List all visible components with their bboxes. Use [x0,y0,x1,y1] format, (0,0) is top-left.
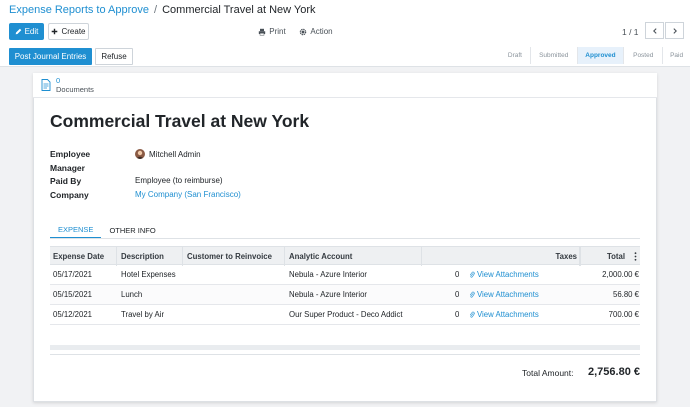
total-amount-value: 2,756.80 € [588,366,640,378]
totals-divider [50,354,640,355]
expense-lines-table: Expense Date Description Customer to Rei… [50,246,640,325]
view-attachments-label: View Attachments [477,310,539,319]
documents-smart-button[interactable]: 0 Documents [41,76,94,94]
total-amount-label: Total Amount: [522,368,574,378]
cell-description: Hotel Expenses [121,270,176,279]
column-header-total[interactable]: Total [580,247,628,266]
status-stage-approved[interactable]: Approved [577,47,624,64]
manager-label: Manager [50,163,85,173]
cell-expense-date: 05/17/2021 [53,270,93,279]
employee-avatar [135,149,145,159]
paperclip-icon [469,291,475,298]
table-header: Expense Date Description Customer to Rei… [50,246,640,266]
action-button[interactable]: Action [297,23,335,40]
documents-label: Documents [56,85,94,94]
company-label: Company [50,190,89,200]
cell-total: 56.80 € [612,290,639,299]
create-button[interactable]: Create [48,23,89,40]
print-button-label: Print [269,27,286,36]
print-button[interactable]: Print [256,23,288,40]
paperclip-icon [469,311,475,318]
breadcrumb-separator: / [154,4,158,16]
create-button-label: Create [61,27,86,36]
cell-taxes [549,305,577,324]
cell-expense-date: 05/12/2021 [53,310,93,319]
edit-button-label: Edit [24,27,39,36]
view-attachments-label: View Attachments [477,290,539,299]
pencil-icon [15,28,22,35]
paid-by-label: Paid By [50,176,82,186]
employee-value[interactable]: Mitchell Admin [149,150,201,159]
cell-total: 2,000.00 € [602,270,639,279]
gear-icon [299,28,307,36]
post-journal-entries-button[interactable]: Post Journal Entries [9,48,92,65]
cell-attachment-count: 0 [455,290,460,299]
cell-analytic-account: Our Super Product - Deco Addict [289,310,403,319]
edit-button[interactable]: Edit [9,23,44,40]
cell-taxes [549,285,577,304]
control-panel: Expense Reports to Approve / Commercial … [0,0,690,67]
record-title: Commercial Travel at New York [50,111,310,131]
status-stage-posted[interactable]: Posted [624,47,663,64]
status-stage-paid[interactable]: Paid [663,47,690,64]
column-header-taxes[interactable]: Taxes [549,247,580,266]
pager-previous-button[interactable] [645,22,664,39]
status-bar: Draft Submitted Approved Posted Paid [500,47,690,64]
column-header-description[interactable]: Description [117,247,183,266]
cell-attachment-count: 0 [455,270,460,279]
cell-expense-date: 05/15/2021 [53,290,93,299]
vertical-ellipsis-icon [634,252,637,261]
notebook-tabs: EXPENSE OTHER INFO [50,222,164,239]
breadcrumb-current: Commercial Travel at New York [162,4,316,16]
post-journal-entries-label: Post Journal Entries [14,52,87,61]
cell-attachment-count: 0 [455,310,460,319]
document-icon [41,79,51,91]
chevron-right-icon [672,27,678,34]
tabs-divider [50,238,640,239]
cell-total: 700.00 € [608,310,639,319]
table-row[interactable]: 05/12/2021 Travel by Air Our Super Produ… [50,305,640,325]
column-header-customer-to-reinvoice[interactable]: Customer to Reinvoice [183,247,285,266]
tab-other-info[interactable]: OTHER INFO [101,222,163,239]
documents-count: 0 [56,76,61,85]
plus-icon [51,28,58,35]
pager-next-button[interactable] [665,22,684,39]
view-attachments-button[interactable]: View Attachments [469,285,539,304]
documents-smart-button-text: 0 Documents [56,76,94,94]
company-value-link[interactable]: My Company (San Francisco) [135,190,241,199]
printer-icon [258,28,266,36]
breadcrumb: Expense Reports to Approve / Commercial … [9,4,316,16]
tab-expense[interactable]: EXPENSE [50,222,102,239]
table-row[interactable]: 05/17/2021 Hotel Expenses Nebula - Azure… [50,265,640,285]
table-footer-bar [50,345,640,350]
view-attachments-label: View Attachments [477,270,539,279]
status-stage-draft[interactable]: Draft [500,47,530,64]
breadcrumb-parent-link[interactable]: Expense Reports to Approve [9,4,149,16]
optional-columns-toggle[interactable] [630,247,640,266]
view-attachments-button[interactable]: View Attachments [469,265,539,284]
column-header-expense-date[interactable]: Expense Date [50,247,117,266]
view-attachments-button[interactable]: View Attachments [469,305,539,324]
paid-by-value[interactable]: Employee (to reimburse) [135,176,223,185]
action-button-label: Action [310,27,333,36]
refuse-button[interactable]: Refuse [95,48,133,65]
cell-description: Lunch [121,290,143,299]
chevron-left-icon [652,27,658,34]
status-stage-submitted[interactable]: Submitted [530,47,577,64]
employee-label: Employee [50,149,91,159]
smart-button-box: 0 Documents [33,73,657,98]
cell-analytic-account: Nebula - Azure Interior [289,290,368,299]
cell-taxes [549,265,577,284]
column-header-analytic-account[interactable]: Analytic Account [285,247,422,266]
pager-value[interactable]: 1 / 1 [622,27,639,37]
table-row[interactable]: 05/15/2021 Lunch Nebula - Azure Interior… [50,285,640,305]
cell-description: Travel by Air [121,310,165,319]
refuse-button-label: Refuse [101,52,127,61]
cell-analytic-account: Nebula - Azure Interior [289,270,368,279]
paperclip-icon [469,271,475,278]
